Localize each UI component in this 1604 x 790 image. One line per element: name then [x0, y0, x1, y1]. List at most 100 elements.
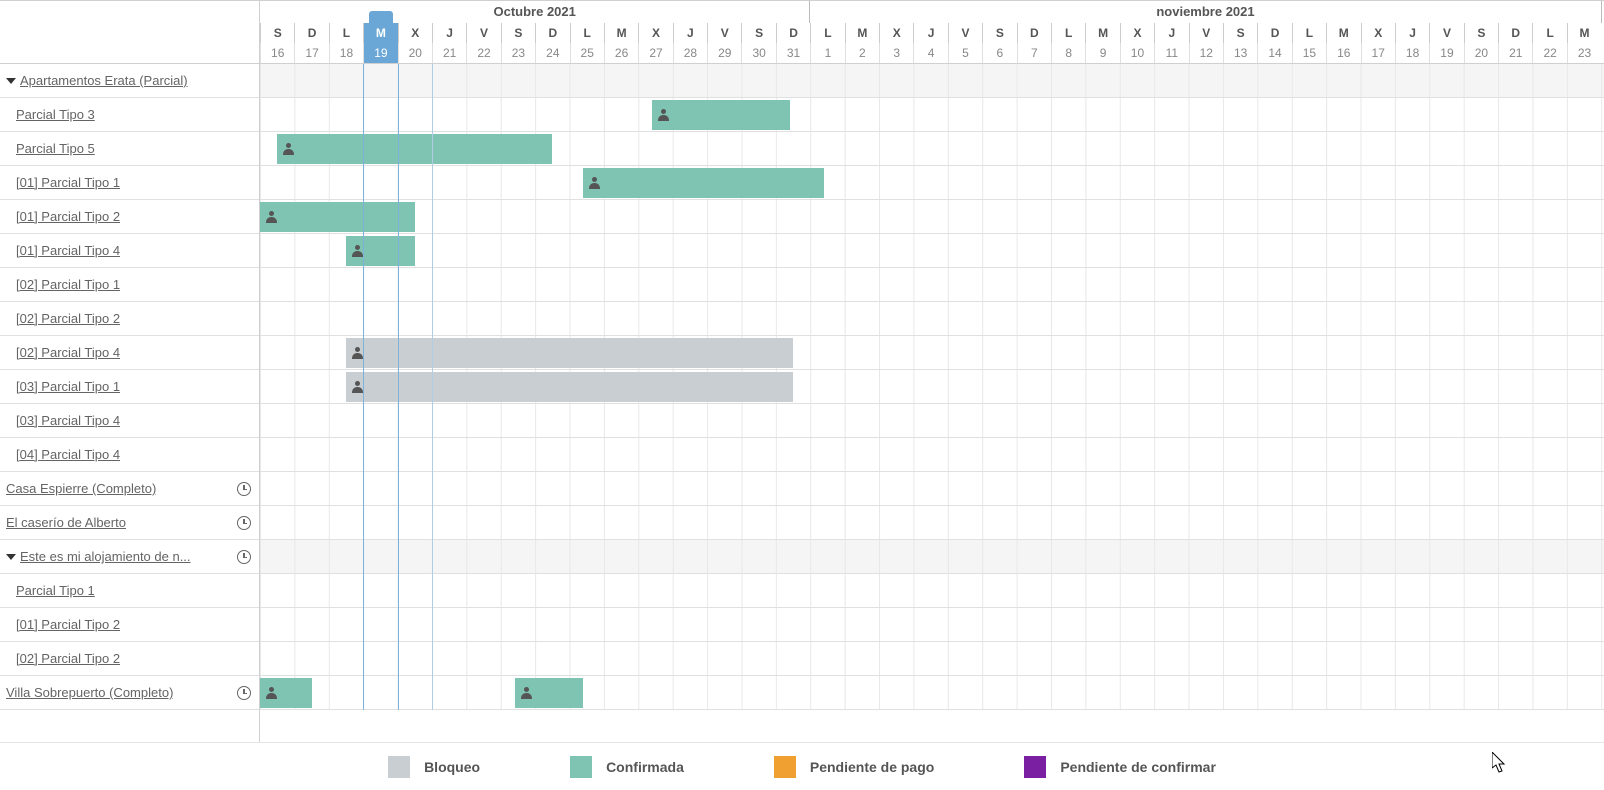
date-header[interactable]: 12 — [1189, 43, 1223, 63]
timeline-row[interactable] — [260, 540, 1604, 574]
date-header[interactable]: 23 — [1567, 43, 1601, 63]
date-header[interactable]: 6 — [982, 43, 1016, 63]
legend-item: Pendiente de confirmar — [1024, 756, 1216, 778]
property-label[interactable]: [01] Parcial Tipo 4 — [6, 243, 120, 258]
booking-bar[interactable] — [346, 236, 415, 266]
timeline-row[interactable] — [260, 370, 1604, 404]
booking-bar[interactable] — [346, 372, 793, 402]
property-label[interactable]: El caserío de Alberto — [6, 515, 126, 530]
date-header[interactable]: 17 — [1361, 43, 1395, 63]
date-header[interactable]: 7 — [1017, 43, 1051, 63]
legend-swatch — [1024, 756, 1046, 778]
date-header[interactable]: 2 — [845, 43, 879, 63]
property-label[interactable]: [02] Parcial Tipo 2 — [6, 651, 120, 666]
date-header[interactable]: 5 — [948, 43, 982, 63]
timeline-row[interactable] — [260, 608, 1604, 642]
date-header[interactable]: 21 — [432, 43, 466, 63]
property-label[interactable]: Parcial Tipo 5 — [6, 141, 95, 156]
date-header[interactable]: 20 — [1464, 43, 1498, 63]
clock-icon[interactable] — [237, 482, 251, 496]
date-header[interactable]: 30 — [741, 43, 775, 63]
date-header[interactable]: 19 — [1429, 43, 1463, 63]
timeline-scroll[interactable]: Octubre 2021noviembre 2021 SDLMXJVSDLMXJ… — [260, 1, 1604, 742]
timeline-row[interactable] — [260, 676, 1604, 710]
booking-bar[interactable] — [277, 134, 552, 164]
booking-bar[interactable] — [515, 678, 584, 708]
date-header[interactable]: 11 — [1154, 43, 1188, 63]
date-header[interactable]: 14 — [1257, 43, 1291, 63]
property-label[interactable]: [01] Parcial Tipo 2 — [6, 209, 120, 224]
date-header[interactable]: 1 — [810, 43, 844, 63]
date-header[interactable]: 28 — [673, 43, 707, 63]
property-label[interactable]: Apartamentos Erata (Parcial) — [20, 73, 188, 88]
date-header[interactable]: 16 — [1326, 43, 1360, 63]
timeline-row[interactable] — [260, 132, 1604, 166]
date-header[interactable]: 22 — [466, 43, 500, 63]
property-label[interactable]: [02] Parcial Tipo 4 — [6, 345, 120, 360]
property-label[interactable]: [03] Parcial Tipo 4 — [6, 413, 120, 428]
date-header[interactable]: 21 — [1498, 43, 1532, 63]
property-label[interactable]: [03] Parcial Tipo 1 — [6, 379, 120, 394]
timeline-row[interactable] — [260, 472, 1604, 506]
date-header[interactable]: 3 — [879, 43, 913, 63]
clock-icon[interactable] — [237, 686, 251, 700]
property-row: [02] Parcial Tipo 1 — [0, 268, 259, 302]
date-header[interactable]: 26 — [604, 43, 638, 63]
date-header[interactable]: 10 — [1120, 43, 1154, 63]
timeline-row[interactable] — [260, 200, 1604, 234]
date-header[interactable]: 15 — [1292, 43, 1326, 63]
timeline-row[interactable] — [260, 234, 1604, 268]
booking-bar[interactable] — [583, 168, 824, 198]
property-label[interactable]: [02] Parcial Tipo 1 — [6, 277, 120, 292]
legend-swatch — [774, 756, 796, 778]
booking-bar[interactable] — [346, 338, 793, 368]
date-header[interactable]: 24 — [535, 43, 569, 63]
property-label[interactable]: Villa Sobrepuerto (Completo) — [6, 685, 173, 700]
clock-icon[interactable] — [237, 516, 251, 530]
timeline-row[interactable] — [260, 336, 1604, 370]
date-header[interactable]: 25 — [570, 43, 604, 63]
booking-bar[interactable] — [260, 202, 415, 232]
date-header[interactable]: 17 — [294, 43, 328, 63]
booking-bar[interactable] — [652, 100, 790, 130]
property-label[interactable]: [01] Parcial Tipo 2 — [6, 617, 120, 632]
timeline-row[interactable] — [260, 268, 1604, 302]
timeline-row[interactable] — [260, 506, 1604, 540]
date-header[interactable]: 13 — [1223, 43, 1257, 63]
weekday-header: D — [1498, 23, 1532, 43]
timeline-row[interactable] — [260, 302, 1604, 336]
date-header[interactable]: 18 — [1395, 43, 1429, 63]
timeline-row[interactable] — [260, 64, 1604, 98]
date-header[interactable]: 29 — [707, 43, 741, 63]
date-header[interactable]: 19 — [363, 43, 397, 63]
timeline-row[interactable] — [260, 574, 1604, 608]
date-header[interactable]: 31 — [776, 43, 810, 63]
date-header[interactable]: 20 — [398, 43, 432, 63]
property-label[interactable]: Este es mi alojamiento de n... — [20, 549, 191, 564]
date-header[interactable]: 18 — [329, 43, 363, 63]
date-header[interactable]: 9 — [1085, 43, 1119, 63]
date-header[interactable]: 4 — [913, 43, 947, 63]
date-header[interactable]: 8 — [1051, 43, 1085, 63]
timeline-row[interactable] — [260, 642, 1604, 676]
date-header[interactable]: 23 — [501, 43, 535, 63]
legend-item: Pendiente de pago — [774, 756, 934, 778]
weekday-header-row: SDLMXJVSDLMXJVSDLMXJVSDLMXJVSDLMXJVSDLM — [260, 23, 1604, 43]
timeline-row[interactable] — [260, 166, 1604, 200]
timeline-row[interactable] — [260, 404, 1604, 438]
caret-down-icon[interactable] — [6, 554, 16, 560]
property-label[interactable]: Casa Espierre (Completo) — [6, 481, 156, 496]
property-label[interactable]: [04] Parcial Tipo 4 — [6, 447, 120, 462]
property-label[interactable]: [02] Parcial Tipo 2 — [6, 311, 120, 326]
property-label[interactable]: Parcial Tipo 3 — [6, 107, 95, 122]
clock-icon[interactable] — [237, 550, 251, 564]
caret-down-icon[interactable] — [6, 78, 16, 84]
property-label[interactable]: Parcial Tipo 1 — [6, 583, 95, 598]
booking-bar[interactable] — [260, 678, 312, 708]
timeline-row[interactable] — [260, 98, 1604, 132]
timeline-row[interactable] — [260, 438, 1604, 472]
date-header[interactable]: 22 — [1532, 43, 1566, 63]
date-header[interactable]: 16 — [260, 43, 294, 63]
property-label[interactable]: [01] Parcial Tipo 1 — [6, 175, 120, 190]
date-header[interactable]: 27 — [638, 43, 672, 63]
